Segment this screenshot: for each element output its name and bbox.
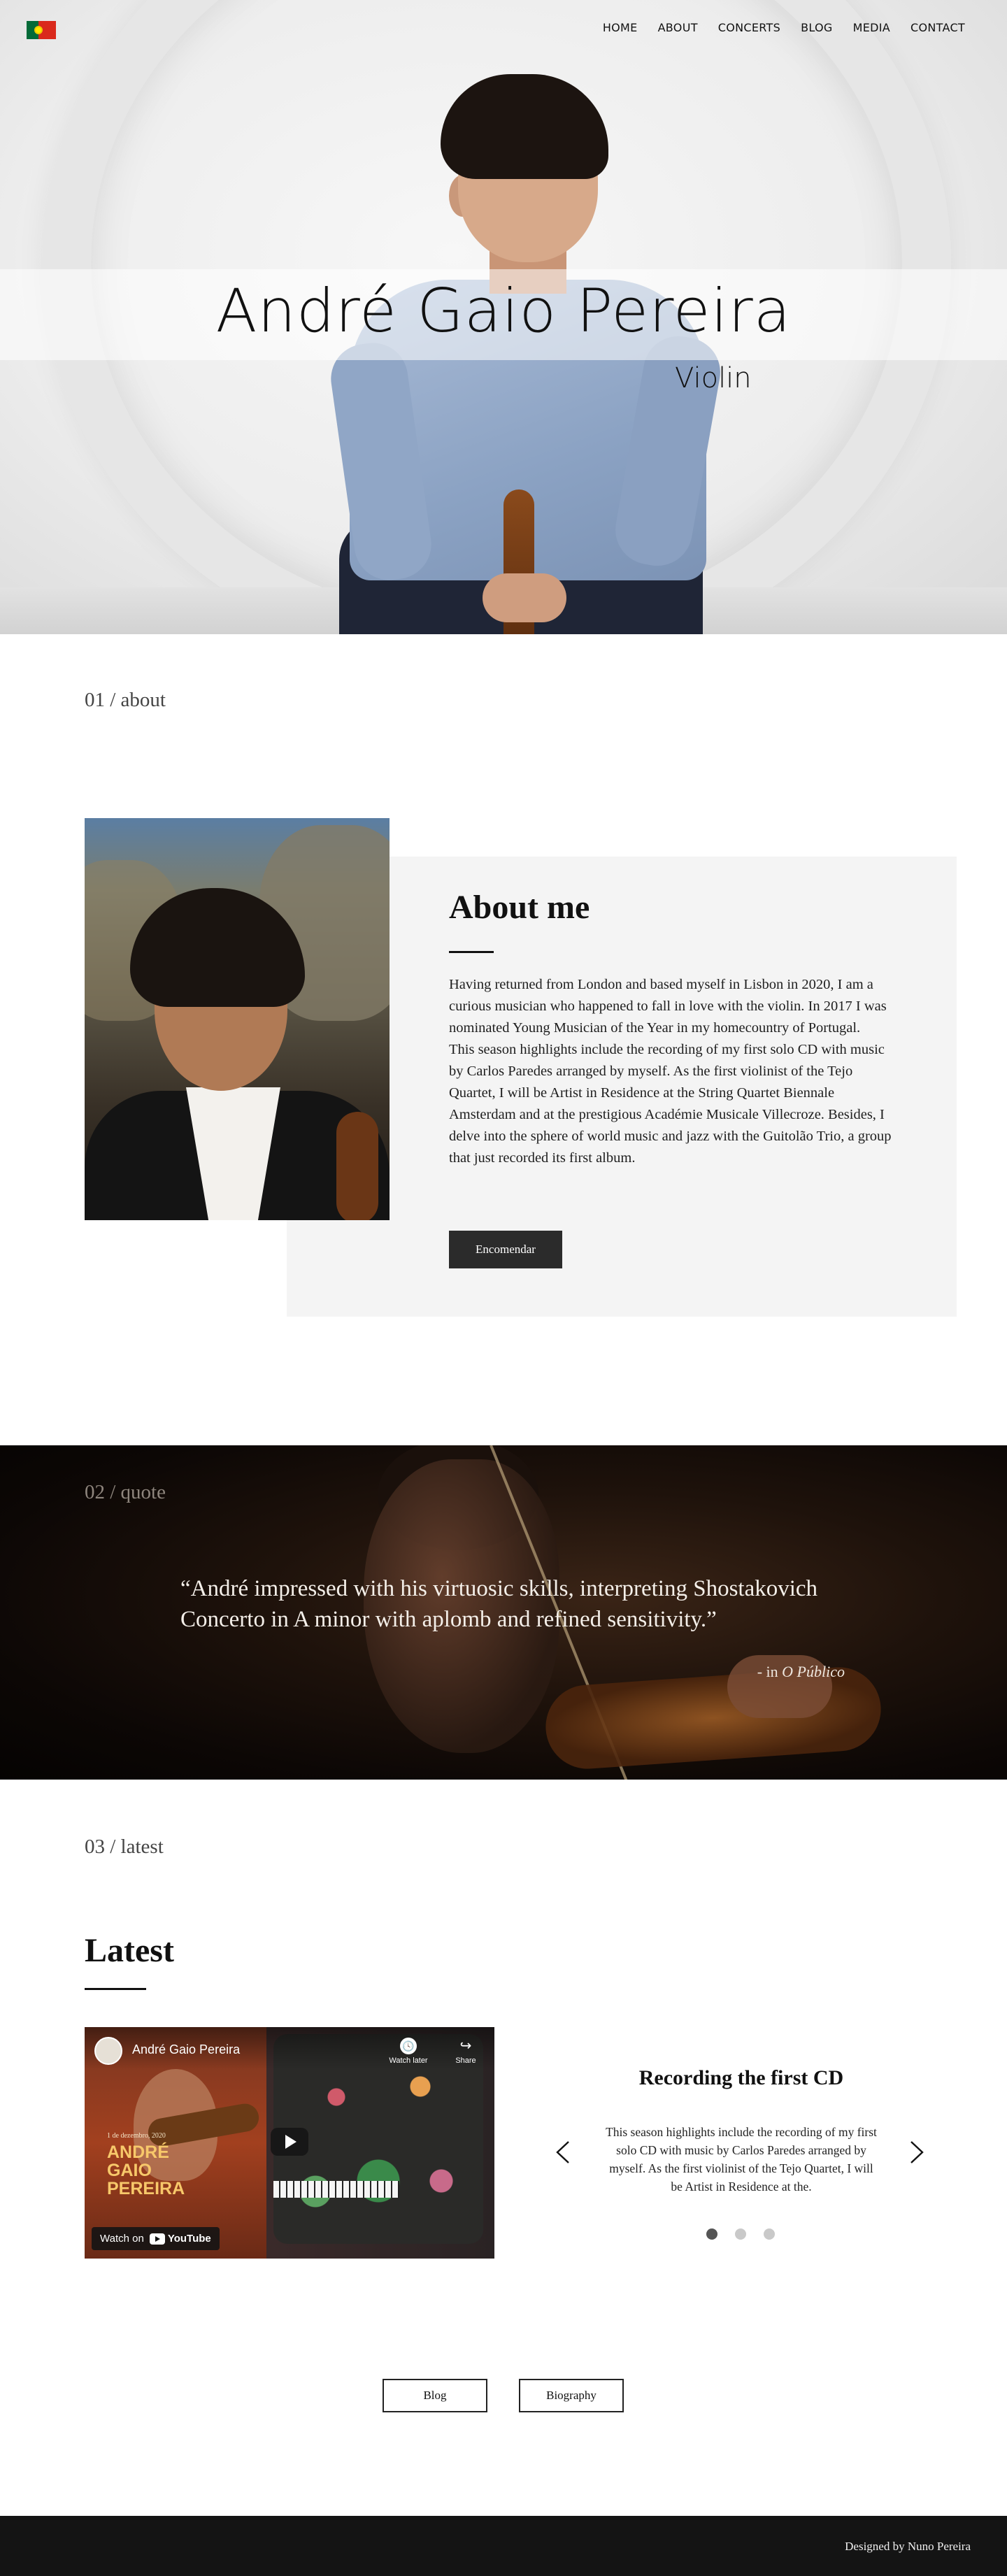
about-text: Having returned from London and based my…: [449, 974, 902, 1169]
video-channel-name[interactable]: André Gaio Pereira: [132, 2042, 240, 2057]
chevron-left-icon: [556, 2141, 569, 2163]
nav-blog[interactable]: BLOG: [801, 21, 833, 34]
share-icon: ↪: [459, 2038, 472, 2054]
youtube-logo: YouTube: [149, 2233, 211, 2245]
encomendar-button[interactable]: Encomendar: [449, 1231, 562, 1268]
youtube-wordmark: YouTube: [167, 2233, 211, 2245]
about-paragraph: Having returned from London and based my…: [449, 977, 887, 1036]
carousel-dot[interactable]: [764, 2228, 775, 2240]
footer-credit: Designed by Nuno Pereira: [845, 2540, 971, 2553]
language-flag-icon[interactable]: [27, 21, 56, 39]
carousel-dot[interactable]: [735, 2228, 746, 2240]
share-label: Share: [455, 2056, 476, 2065]
play-icon: [285, 2135, 297, 2149]
play-button[interactable]: [271, 2128, 308, 2156]
nav-contact[interactable]: CONTACT: [910, 21, 965, 34]
hero-section: André Gaio Pereira Violin: [0, 0, 1007, 634]
top-navigation: HOME ABOUT CONCERTS BLOG MEDIA CONTACT: [0, 0, 1007, 59]
carousel-prev-button[interactable]: [552, 2138, 573, 2166]
watch-later-button[interactable]: 🕓 Watch later: [373, 2038, 443, 2065]
quote-text: “André impressed with his virtuosic skil…: [180, 1576, 818, 1632]
youtube-icon: [149, 2233, 165, 2245]
biography-button[interactable]: Biography: [519, 2379, 624, 2412]
channel-avatar[interactable]: [94, 2037, 122, 2065]
clock-icon: 🕓: [400, 2038, 417, 2054]
hero-role: Violin: [675, 362, 752, 394]
quote-source-publication: O Público: [782, 1663, 845, 1680]
nav-menu: HOME ABOUT CONCERTS BLOG MEDIA CONTACT: [603, 21, 965, 34]
nav-media[interactable]: MEDIA: [853, 21, 890, 34]
about-portrait-image: [85, 818, 390, 1220]
about-title-underline: [449, 951, 494, 953]
section-label-quote: 02 / quote: [85, 1481, 166, 1503]
about-title: About me: [449, 889, 590, 926]
watch-on-label: Watch on: [100, 2233, 144, 2245]
blog-button[interactable]: Blog: [383, 2379, 487, 2412]
section-label-about: 01 / about: [85, 689, 166, 711]
carousel-pagination: [706, 2228, 775, 2240]
nav-home[interactable]: HOME: [603, 21, 638, 34]
carousel-dot[interactable]: [706, 2228, 717, 2240]
section-label-latest: 03 / latest: [85, 1836, 164, 1858]
video-overlay-date: 1 de dezembro, 2020: [107, 2132, 166, 2140]
watch-on-youtube-button[interactable]: Watch on YouTube: [92, 2227, 220, 2250]
carousel-next-button[interactable]: [906, 2138, 927, 2166]
share-button[interactable]: ↪ Share: [448, 2038, 483, 2065]
footer: Designed by Nuno Pereira: [0, 2516, 1007, 2576]
watch-later-label: Watch later: [389, 2056, 428, 2065]
chevron-right-icon: [910, 2141, 924, 2163]
about-paragraph: This season highlights include the recor…: [449, 1042, 892, 1166]
nav-concerts[interactable]: CONCERTS: [718, 21, 780, 34]
latest-card-text: This season highlights include the recor…: [606, 2125, 877, 2194]
latest-card-title: Recording the first CD: [638, 2066, 844, 2089]
quote-source: - in O Público: [757, 1663, 845, 1681]
quote-source-prefix: - in: [757, 1663, 783, 1680]
video-overlay-name: ANDRÉ GAIO PEREIRA: [107, 2142, 185, 2198]
youtube-video-embed[interactable]: André Gaio Pereira 🕓 Watch later ↪ Share…: [85, 2027, 494, 2259]
nav-about[interactable]: ABOUT: [658, 21, 698, 34]
latest-title-underline: [85, 1988, 146, 1990]
hero-name: André Gaio Pereira: [215, 276, 792, 346]
latest-title: Latest: [85, 1932, 174, 1969]
